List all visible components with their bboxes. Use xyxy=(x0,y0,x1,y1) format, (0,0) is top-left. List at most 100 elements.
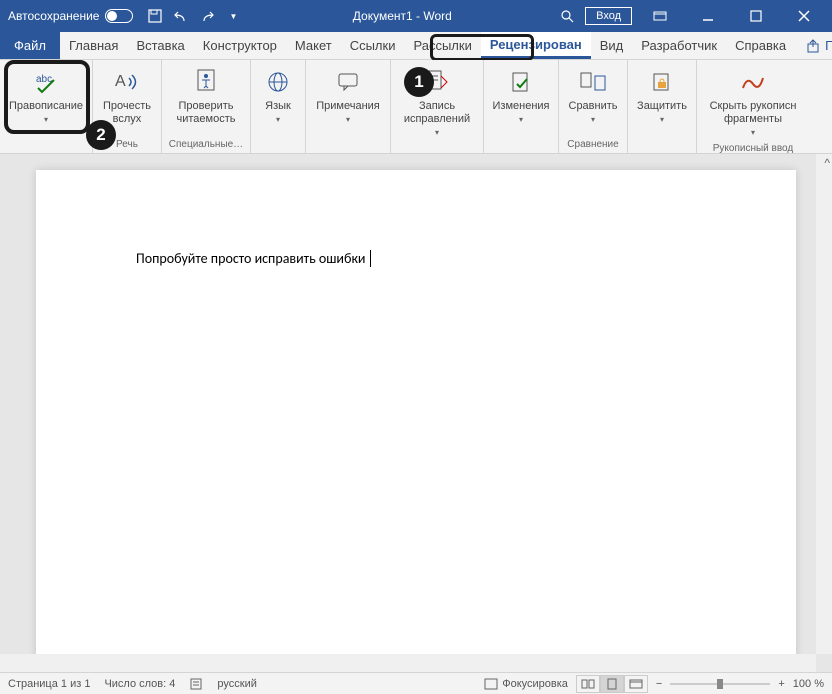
accessibility-icon xyxy=(190,66,222,98)
collapse-ribbon-icon[interactable]: ^ xyxy=(824,156,830,170)
zoom-slider[interactable] xyxy=(670,683,770,685)
chevron-down-icon: ▾ xyxy=(660,115,664,125)
tab-review[interactable]: Рецензирован xyxy=(481,32,591,59)
comments-label: Примечания xyxy=(316,100,380,113)
chevron-down-icon: ▾ xyxy=(435,128,439,138)
group-protect: Защитить ▾ xyxy=(628,60,697,153)
text-cursor xyxy=(366,250,371,267)
share-icon xyxy=(807,39,821,53)
comment-icon xyxy=(332,66,364,98)
qat-dropdown-icon[interactable]: ▼ xyxy=(225,8,241,24)
spelling-icon: abc xyxy=(30,66,62,98)
title-bar: Автосохранение ▼ Документ1 - Word Вход xyxy=(0,0,832,32)
close-icon[interactable] xyxy=(784,0,824,32)
group-ink: Скрыть рукописн фрагменты ▾ Рукописный в… xyxy=(697,60,809,153)
share-label: Поделиться xyxy=(825,38,832,53)
hide-ink-label: Скрыть рукописн фрагменты xyxy=(707,100,799,126)
minimize-icon[interactable] xyxy=(688,0,728,32)
language-status[interactable]: русский xyxy=(217,678,256,690)
compare-label: Сравнить xyxy=(569,100,618,113)
language-button[interactable]: Язык ▾ xyxy=(255,62,301,151)
maximize-icon[interactable] xyxy=(736,0,776,32)
zoom-in-icon[interactable]: + xyxy=(778,678,784,690)
undo-icon[interactable] xyxy=(173,8,189,24)
tab-references[interactable]: Ссылки xyxy=(341,32,405,59)
group-accessibility-label: Специальные… xyxy=(166,138,246,151)
quick-access-toolbar: ▼ xyxy=(141,8,247,24)
group-accessibility: Проверить читаемость Специальные… xyxy=(162,60,251,153)
autosave-label: Автосохранение xyxy=(8,9,99,23)
login-button[interactable]: Вход xyxy=(585,7,632,25)
comments-button[interactable]: Примечания ▾ xyxy=(310,62,386,151)
spelling-button[interactable]: abc Правописание ▾ xyxy=(4,62,88,151)
focus-label: Фокусировка xyxy=(502,678,568,690)
autosave-section: Автосохранение xyxy=(0,9,141,23)
tab-layout[interactable]: Макет xyxy=(286,32,341,59)
chevron-down-icon: ▾ xyxy=(519,115,523,125)
tab-help[interactable]: Справка xyxy=(726,32,795,59)
group-compare: Сравнить ▾ Сравнение xyxy=(559,60,628,153)
tab-design[interactable]: Конструктор xyxy=(194,32,286,59)
redo-icon[interactable] xyxy=(199,8,215,24)
focus-icon xyxy=(484,678,498,690)
status-bar: Страница 1 из 1 Число слов: 4 русский Фо… xyxy=(0,672,832,694)
group-proofing: abc Правописание ▾ xyxy=(0,60,93,153)
check-readability-label: Проверить читаемость xyxy=(172,100,240,126)
tab-developer[interactable]: Разработчик xyxy=(632,32,726,59)
read-aloud-icon: A xyxy=(111,66,143,98)
read-mode-icon[interactable] xyxy=(576,675,600,693)
hide-ink-button[interactable]: Скрыть рукописн фрагменты ▾ xyxy=(701,62,805,142)
web-layout-icon[interactable] xyxy=(624,675,648,693)
tab-insert[interactable]: Вставка xyxy=(127,32,193,59)
group-language: Язык ▾ xyxy=(251,60,306,153)
compare-button[interactable]: Сравнить ▾ xyxy=(563,62,623,138)
annotation-badge-2: 2 xyxy=(86,120,116,150)
track-changes-label: Запись исправлений xyxy=(401,100,473,126)
annotation-badge-1: 1 xyxy=(404,67,434,97)
spelling-label: Правописание xyxy=(9,100,83,113)
protect-button[interactable]: Защитить ▾ xyxy=(632,62,692,151)
share-button[interactable]: Поделиться xyxy=(795,32,832,59)
search-icon[interactable] xyxy=(557,6,577,26)
save-icon[interactable] xyxy=(147,8,163,24)
ribbon-display-icon[interactable] xyxy=(640,0,680,32)
group-ink-label: Рукописный ввод xyxy=(701,142,805,154)
zoom-out-icon[interactable]: − xyxy=(656,678,662,690)
tab-home[interactable]: Главная xyxy=(60,32,127,59)
print-layout-icon[interactable] xyxy=(600,675,624,693)
language-label: Язык xyxy=(265,100,291,113)
horizontal-scrollbar[interactable] xyxy=(0,654,816,672)
tab-view[interactable]: Вид xyxy=(591,32,633,59)
language-icon xyxy=(262,66,294,98)
chevron-down-icon: ▾ xyxy=(276,115,280,125)
chevron-down-icon: ▾ xyxy=(44,115,48,125)
document-title: Документ1 - Word xyxy=(247,9,557,23)
group-comments: Примечания ▾ xyxy=(306,60,391,153)
view-buttons xyxy=(576,675,648,693)
document-page[interactable]: Попробуйте просто исправить ошибки xyxy=(36,170,796,672)
changes-icon xyxy=(505,66,537,98)
changes-button[interactable]: Изменения ▾ xyxy=(488,62,554,151)
changes-label: Изменения xyxy=(493,100,550,113)
check-readability-button[interactable]: Проверить читаемость xyxy=(166,62,246,138)
document-text: Попробуйте просто исправить ошибки xyxy=(136,250,366,267)
protect-label: Защитить xyxy=(637,100,687,113)
vertical-scrollbar[interactable] xyxy=(816,154,832,654)
chevron-down-icon: ▾ xyxy=(346,115,350,125)
group-compare-label: Сравнение xyxy=(563,138,623,151)
focus-mode[interactable]: Фокусировка xyxy=(484,678,568,690)
tab-file[interactable]: Файл xyxy=(0,32,60,59)
ink-icon xyxy=(737,66,769,98)
document-area: Попробуйте просто исправить ошибки xyxy=(0,154,832,672)
word-count[interactable]: Число слов: 4 xyxy=(104,678,175,690)
autosave-toggle[interactable] xyxy=(105,9,133,23)
proofing-status-icon[interactable] xyxy=(189,677,203,691)
page-count[interactable]: Страница 1 из 1 xyxy=(8,678,90,690)
compare-icon xyxy=(577,66,609,98)
zoom-level[interactable]: 100 % xyxy=(793,678,824,690)
tab-mailings[interactable]: Рассылки xyxy=(404,32,480,59)
lock-icon xyxy=(646,66,678,98)
group-changes: Изменения ▾ xyxy=(484,60,559,153)
chevron-down-icon: ▾ xyxy=(751,128,755,138)
svg-text:A: A xyxy=(115,73,126,90)
